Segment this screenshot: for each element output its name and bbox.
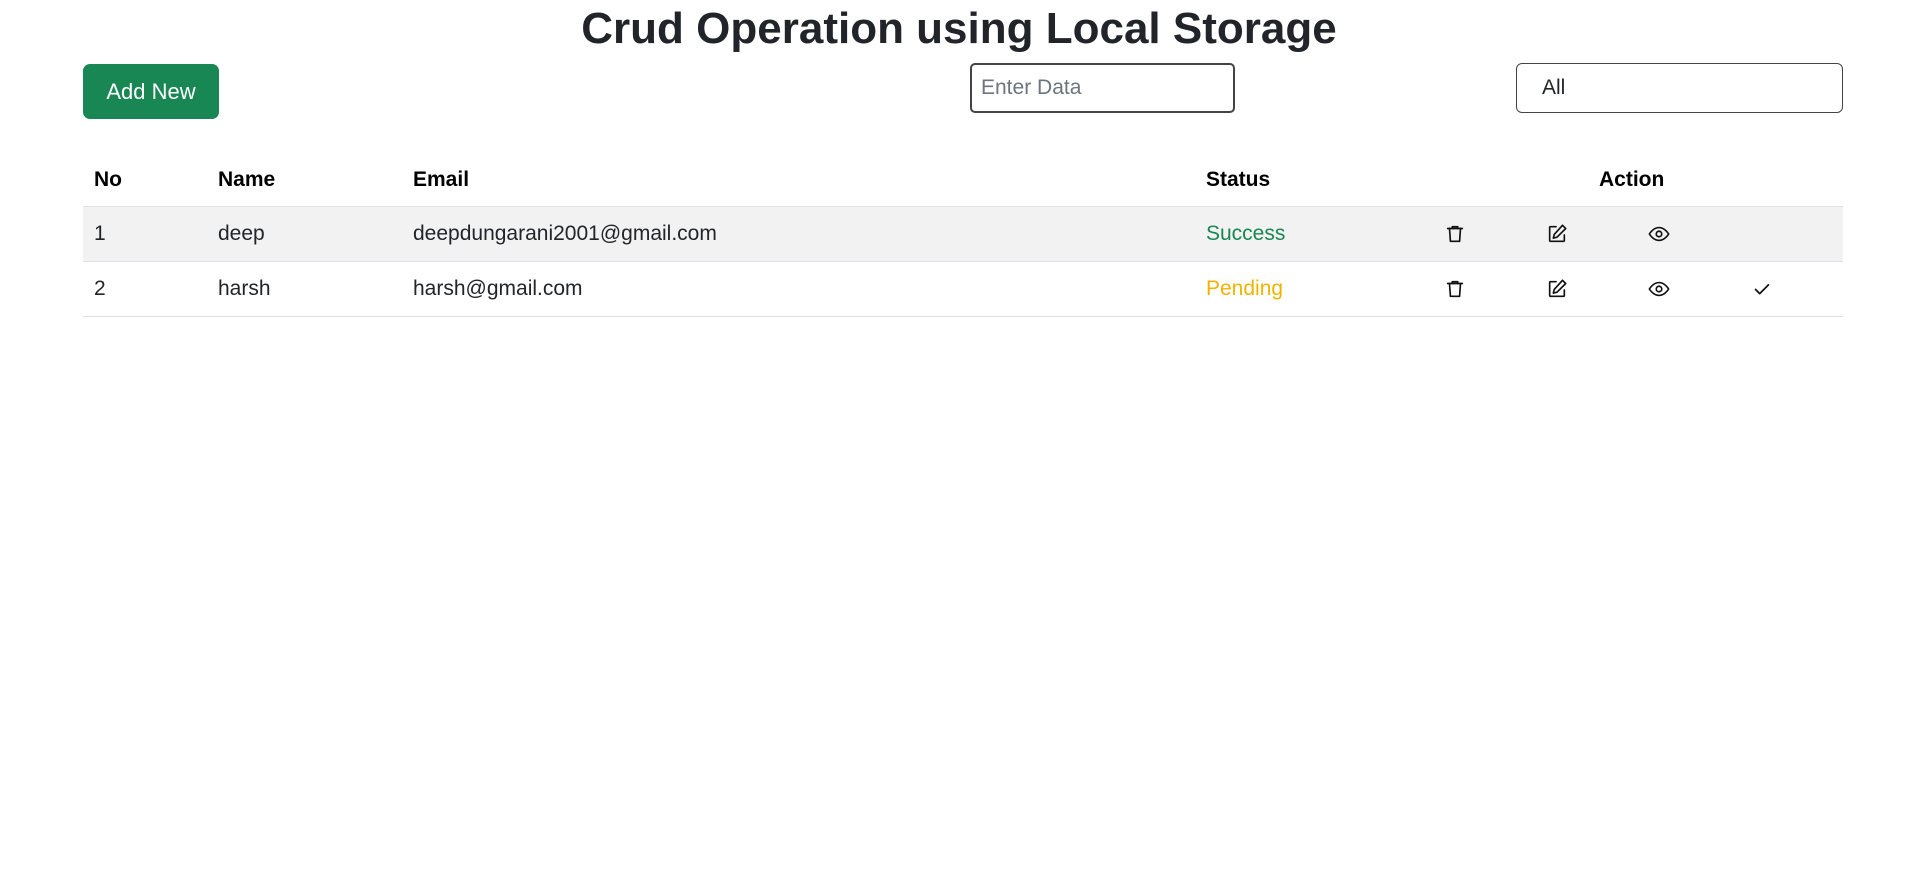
records-table: No Name Email Status Action 1 deep deepd…	[83, 155, 1843, 317]
action-cell	[1637, 206, 1740, 262]
row-status: Pending	[1195, 261, 1433, 317]
row-name: harsh	[207, 261, 402, 317]
action-cell	[1535, 261, 1637, 317]
header-action: Action	[1433, 155, 1843, 207]
table-header-row: No Name Email Status Action	[83, 155, 1843, 207]
header-status: Status	[1195, 155, 1433, 207]
status-filter-value: All	[1542, 76, 1566, 99]
edit-icon[interactable]	[1546, 223, 1568, 245]
search-input[interactable]	[970, 63, 1235, 113]
action-cell	[1740, 261, 1843, 317]
eye-icon[interactable]	[1648, 223, 1670, 245]
table-row: 2 harsh harsh@gmail.com Pending	[83, 261, 1843, 317]
action-cell-empty	[1740, 206, 1843, 262]
add-new-button[interactable]: Add New	[83, 64, 219, 119]
eye-icon[interactable]	[1648, 278, 1670, 300]
header-email: Email	[402, 155, 1195, 207]
table-row: 1 deep deepdungarani2001@gmail.com Succe…	[83, 206, 1843, 262]
action-cell	[1433, 261, 1535, 317]
edit-icon[interactable]	[1546, 278, 1568, 300]
row-email: harsh@gmail.com	[402, 261, 1195, 317]
row-email: deepdungarani2001@gmail.com	[402, 206, 1195, 262]
header-no: No	[83, 155, 207, 207]
row-no: 1	[83, 206, 207, 262]
row-status: Success	[1195, 206, 1433, 262]
action-cell	[1535, 206, 1637, 262]
page-title: Crud Operation using Local Storage	[581, 4, 1337, 53]
check-icon[interactable]	[1751, 278, 1773, 300]
trash-icon[interactable]	[1444, 223, 1466, 245]
row-no: 2	[83, 261, 207, 317]
action-cell	[1433, 206, 1535, 262]
action-cell	[1637, 261, 1740, 317]
status-filter-select[interactable]: All	[1516, 63, 1843, 113]
header-name: Name	[207, 155, 402, 207]
page: Crud Operation using Local Storage Add N…	[0, 0, 1918, 896]
row-name: deep	[207, 206, 402, 262]
trash-icon[interactable]	[1444, 278, 1466, 300]
